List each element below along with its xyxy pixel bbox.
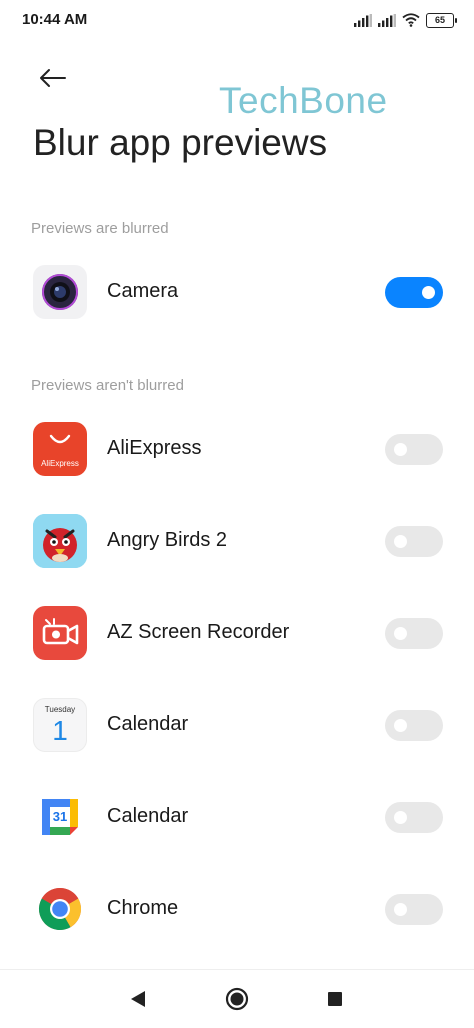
chrome-icon — [33, 882, 87, 936]
nav-recents-button[interactable] — [322, 986, 348, 1012]
angry-birds-icon — [33, 514, 87, 568]
recents-square-icon — [328, 992, 342, 1006]
status-time: 10:44 AM — [22, 11, 88, 28]
toggle-angry-birds-2[interactable] — [385, 526, 443, 557]
app-name: Calendar — [107, 805, 189, 827]
toggle-knob — [422, 286, 435, 299]
home-circle-icon — [225, 987, 249, 1011]
toggle-knob — [394, 719, 407, 732]
aliexpress-icon-text: AliExpress — [41, 459, 79, 468]
app-row-google-calendar[interactable]: 31 Calendar — [0, 777, 474, 857]
az-recorder-icon — [33, 606, 87, 660]
google-calendar-icon-date: 31 — [52, 809, 68, 824]
app-name: AliExpress — [107, 437, 202, 459]
app-row-az-screen-recorder[interactable]: AZ Screen Recorder — [0, 593, 474, 673]
app-row-camera[interactable]: Camera — [0, 252, 474, 332]
app-row-angry-birds-2[interactable]: Angry Birds 2 — [0, 501, 474, 581]
status-bar: 10:44 AM 65 — [0, 0, 474, 40]
calendar-icon-date: 1 — [52, 715, 68, 746]
calendar-icon: Tuesday 1 — [33, 698, 87, 752]
back-button[interactable] — [34, 62, 70, 94]
app-name: Camera — [107, 280, 179, 302]
app-name: Calendar — [107, 713, 189, 735]
signal-icon — [378, 13, 396, 27]
app-row-calendar[interactable]: Tuesday 1 Calendar — [0, 685, 474, 765]
google-calendar-icon: 31 — [33, 790, 87, 844]
signal-icon — [354, 13, 372, 27]
aliexpress-icon: AliExpress — [33, 422, 87, 476]
toggle-knob — [394, 627, 407, 640]
status-icons: 65 — [354, 11, 457, 29]
watermark: TechBone — [219, 80, 388, 121]
toggle-knob — [394, 811, 407, 824]
app-row-aliexpress[interactable]: AliExpress AliExpress — [0, 409, 474, 489]
navigation-bar — [0, 969, 474, 1028]
toggle-chrome[interactable] — [385, 894, 443, 925]
toggle-knob — [394, 443, 407, 456]
toggle-knob — [394, 535, 407, 548]
toggle-calendar[interactable] — [385, 710, 443, 741]
toggle-az-screen-recorder[interactable] — [385, 618, 443, 649]
toggle-knob — [394, 903, 407, 916]
toggle-aliexpress[interactable] — [385, 434, 443, 465]
toggle-google-calendar[interactable] — [385, 802, 443, 833]
back-triangle-icon — [131, 991, 145, 1007]
nav-home-button[interactable] — [224, 986, 250, 1012]
app-row-chrome[interactable]: Chrome — [0, 869, 474, 949]
app-name: Chrome — [107, 897, 179, 919]
app-name: AZ Screen Recorder — [107, 621, 290, 643]
back-arrow-icon — [40, 69, 66, 87]
battery-icon: 65 — [426, 12, 457, 28]
toggle-camera[interactable] — [385, 277, 443, 308]
section-label-not-blurred: Previews aren't blurred — [31, 377, 184, 394]
camera-icon — [33, 265, 87, 319]
page-title: Blur app previews — [33, 122, 328, 163]
section-label-blurred: Previews are blurred — [31, 220, 169, 237]
wifi-icon — [402, 13, 420, 27]
app-name: Angry Birds 2 — [107, 529, 228, 551]
nav-back-button[interactable] — [125, 986, 151, 1012]
calendar-icon-day: Tuesday — [44, 705, 76, 714]
